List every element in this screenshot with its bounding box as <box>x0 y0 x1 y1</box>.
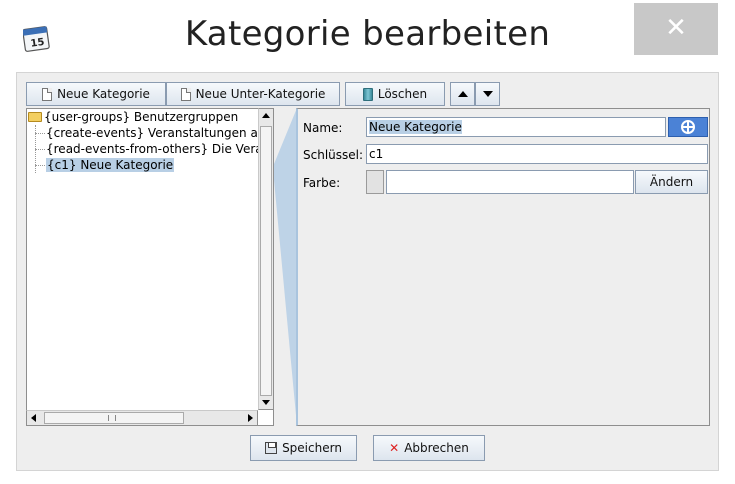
save-label: Speichern <box>282 441 342 455</box>
translate-button[interactable] <box>668 117 708 137</box>
tree-connector-line <box>35 165 45 166</box>
arrow-down-icon <box>482 91 493 97</box>
tree-connector-line <box>35 133 45 134</box>
delete-button[interactable]: Löschen <box>345 82 445 106</box>
tree-node-create-events[interactable]: {create-events} Veranstaltungen anlege <box>46 125 274 141</box>
name-field-value: Neue Kategorie <box>369 120 462 134</box>
tree-node-label: {create-events} Veranstaltungen anlege <box>46 126 274 140</box>
folder-open-icon <box>28 112 42 122</box>
scroll-up-icon[interactable] <box>262 113 270 118</box>
dialog-content: Neue Kategorie Neue Unter-Kategorie Lösc… <box>16 72 719 471</box>
arrow-up-icon <box>457 91 468 97</box>
scroll-left-icon[interactable] <box>31 414 36 422</box>
change-color-label: Ändern <box>649 175 694 189</box>
tree-horizontal-scrollbar[interactable] <box>26 410 258 426</box>
close-button[interactable]: ✕ <box>634 3 718 55</box>
change-color-button[interactable]: Ändern <box>635 170 708 194</box>
new-category-button[interactable]: Neue Kategorie <box>26 82 166 106</box>
cancel-label: Abbrechen <box>404 441 469 455</box>
cancel-button[interactable]: ✕ Abbrechen <box>373 435 485 461</box>
document-icon <box>180 87 191 101</box>
move-up-button[interactable] <box>450 82 475 106</box>
window-title: Kategorie bearbeiten <box>184 14 551 54</box>
tree-node-label: {user-groups} Benutzergruppen <box>44 110 239 124</box>
new-subcategory-label: Neue Unter-Kategorie <box>195 87 326 101</box>
tree-node-label: {c1} Neue Kategorie <box>46 158 175 172</box>
selection-connector <box>274 108 297 426</box>
tree-connector-line <box>35 149 45 150</box>
scroll-down-icon[interactable] <box>262 400 270 405</box>
tree-node-read-events[interactable]: {read-events-from-others} Die Veransta <box>46 141 274 157</box>
tree-node-c1-selected[interactable]: {c1} Neue Kategorie <box>46 157 175 173</box>
delete-label: Löschen <box>377 87 428 101</box>
cancel-x-icon: ✕ <box>389 441 400 455</box>
tree-vertical-scrollbar[interactable] <box>258 108 274 410</box>
save-button[interactable]: Speichern <box>250 435 357 461</box>
new-subcategory-button[interactable]: Neue Unter-Kategorie <box>166 82 340 106</box>
trash-icon <box>362 87 373 101</box>
name-label: Name: <box>303 121 343 135</box>
tree-node-root[interactable]: {user-groups} Benutzergruppen <box>28 109 238 125</box>
key-label: Schlüssel: <box>303 148 364 162</box>
scroll-thumb[interactable] <box>44 412 184 424</box>
globe-icon <box>681 120 695 134</box>
color-swatch[interactable] <box>366 170 384 194</box>
color-field[interactable] <box>386 170 634 194</box>
color-label: Farbe: <box>303 176 341 190</box>
category-edit-panel: Name: Neue Kategorie Schlüssel: c1 Farbe… <box>296 108 710 426</box>
scroll-right-icon[interactable] <box>248 414 253 422</box>
title-bar: 15 Kategorie bearbeiten ✕ <box>0 0 735 72</box>
floppy-disk-icon <box>265 442 278 454</box>
new-category-label: Neue Kategorie <box>57 87 150 101</box>
scroll-thumb[interactable] <box>260 126 272 396</box>
document-icon <box>42 87 53 101</box>
name-field[interactable]: Neue Kategorie <box>366 117 666 137</box>
grip-icon <box>108 415 116 421</box>
move-down-button[interactable] <box>475 82 500 106</box>
tree-node-label: {read-events-from-others} Die Veransta <box>46 142 274 156</box>
category-tree[interactable]: {user-groups} Benutzergruppen {create-ev… <box>26 108 274 426</box>
key-field[interactable]: c1 <box>366 144 708 164</box>
